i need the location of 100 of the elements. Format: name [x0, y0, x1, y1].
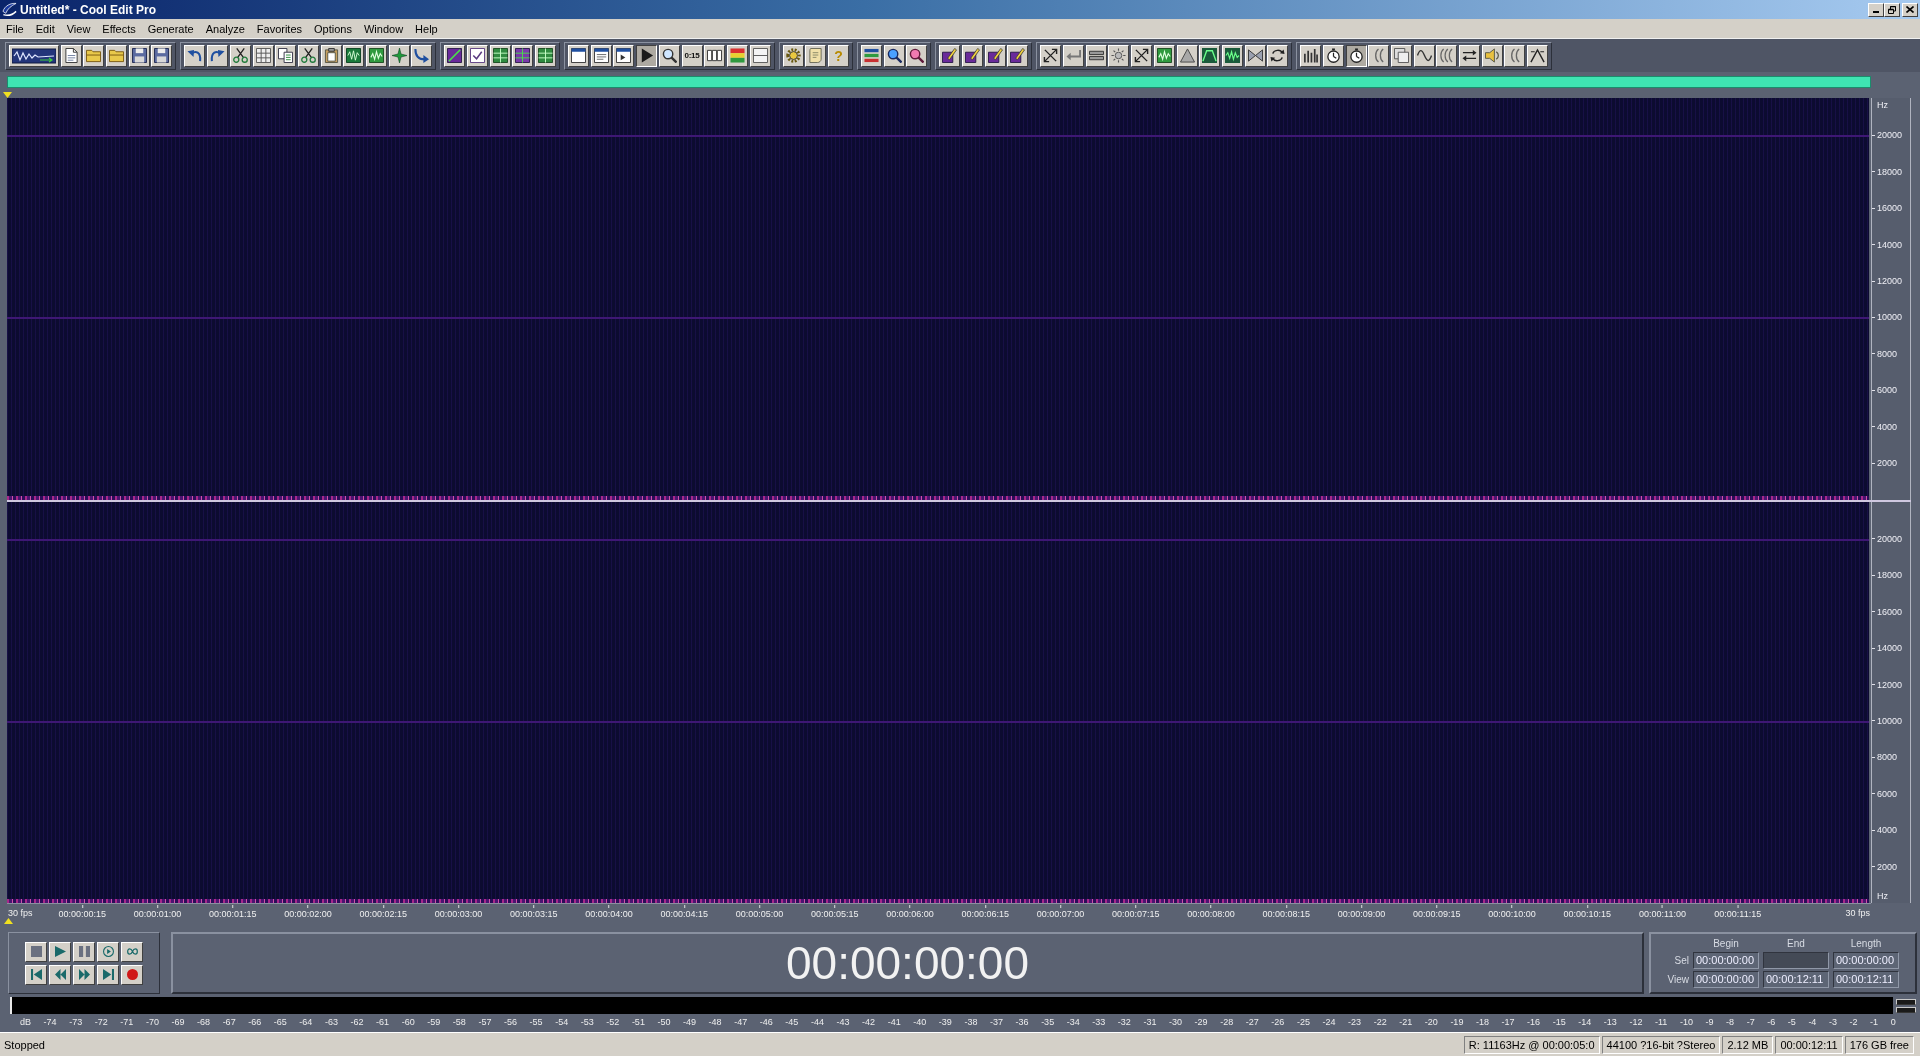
row-label: View [1666, 973, 1689, 987]
window-icon [593, 48, 609, 63]
waveform-icon [346, 48, 362, 63]
triangle-icon [1179, 48, 1195, 63]
menu-item[interactable]: Edit [29, 21, 61, 36]
frequency-label: 20000 [1872, 533, 1903, 544]
checkbox-icon [470, 48, 485, 63]
grid-icon [538, 48, 554, 63]
frequency-label: 4000 [1872, 421, 1898, 432]
level-label: -57 [478, 1017, 492, 1027]
minimize-button[interactable] [1868, 2, 1884, 17]
pencil-icon [987, 48, 1003, 63]
frequency-label: 6000 [1872, 385, 1898, 396]
go-to-end-button[interactable] [97, 964, 119, 985]
pencil-icon [965, 48, 980, 63]
level-label: -69 [171, 1017, 185, 1027]
menu-item[interactable]: Favorites [250, 21, 309, 36]
overview-bar[interactable] [7, 76, 1871, 88]
unit-label: Hz [1877, 100, 1888, 110]
status-field: 2.12 MB [1722, 1035, 1774, 1054]
frame-rate-label: 30 fps [1845, 908, 1870, 918]
time-field[interactable]: 00:00:00:00 [1693, 952, 1759, 969]
stop-icon [30, 946, 42, 957]
skip-forward-icon [102, 969, 114, 980]
bowtie-icon [1247, 48, 1263, 63]
level-label: -2 [1849, 1017, 1858, 1027]
clipboard-icon [323, 48, 339, 63]
grid-icon [492, 48, 508, 63]
level-label: -19 [1450, 1017, 1464, 1027]
rewind-button[interactable] [49, 964, 71, 985]
color-gradient-icon [729, 48, 745, 63]
menu-item[interactable]: Window [358, 21, 410, 36]
fast-forward-button[interactable] [73, 964, 95, 985]
loop-button[interactable] [121, 941, 143, 962]
level-label: -12 [1629, 1017, 1643, 1027]
menu-item[interactable]: Generate [141, 21, 200, 36]
level-label: -36 [1015, 1017, 1029, 1027]
play-button[interactable] [49, 941, 71, 962]
level-label: -60 [401, 1017, 415, 1027]
level-label: -31 [1143, 1017, 1157, 1027]
frequency-label: 8000 [1872, 348, 1898, 359]
playhead-marker-icon[interactable] [3, 92, 12, 98]
toolbar-button[interactable] [1345, 44, 1367, 67]
toolbar-button[interactable] [636, 44, 658, 67]
level-label: -45 [785, 1017, 799, 1027]
frequency-label: 18000 [1872, 570, 1903, 581]
menu-item[interactable]: Analyze [199, 21, 251, 36]
fast-forward-icon [78, 969, 90, 980]
playhead-marker-icon[interactable] [4, 918, 13, 924]
level-label: -1 [1870, 1017, 1879, 1027]
level-label: -63 [324, 1017, 338, 1027]
frequency-label: 8000 [1872, 752, 1898, 763]
restore-button[interactable] [1884, 2, 1900, 17]
level-label: -44 [810, 1017, 824, 1027]
level-label: -54 [555, 1017, 569, 1027]
frequency-label: 14000 [1872, 643, 1903, 654]
frequency-label: 16000 [1872, 203, 1903, 214]
menu-item[interactable]: Options [308, 21, 358, 36]
level-label: -49 [683, 1017, 697, 1027]
menu-item[interactable]: Help [409, 21, 444, 36]
pause-button[interactable] [73, 941, 95, 962]
level-label: -9 [1705, 1017, 1714, 1027]
time-field[interactable] [1763, 952, 1829, 969]
time-label: 00:00:08:00 [1187, 905, 1235, 919]
time-field[interactable]: 00:00:12:11 [1763, 971, 1829, 988]
circled-play-icon [102, 946, 114, 957]
record-button[interactable] [121, 964, 143, 985]
status-text: Stopped [3, 1038, 46, 1051]
level-label: -22 [1373, 1017, 1387, 1027]
play-loop-button[interactable] [97, 941, 119, 962]
time-field[interactable]: 00:00:00:00 [1693, 971, 1759, 988]
time-label: 00:00:00:15 [58, 905, 106, 919]
columns-icon [707, 48, 723, 63]
level-label: -33 [1092, 1017, 1106, 1027]
stopwatch-icon [1348, 48, 1364, 63]
toolbar-button[interactable]: 0:15 [681, 44, 703, 67]
menu-item[interactable]: Effects [96, 21, 142, 36]
time-field[interactable]: 00:00:12:11 [1833, 971, 1899, 988]
record-icon [126, 969, 138, 980]
window-icon [752, 48, 768, 63]
time-field[interactable]: 00:00:00:00 [1833, 952, 1899, 969]
close-button[interactable] [1902, 2, 1918, 17]
level-label: -42 [862, 1017, 876, 1027]
go-to-start-button[interactable] [25, 964, 47, 985]
time-label: 00:00:09:15 [1413, 905, 1461, 919]
level-label: -24 [1322, 1017, 1336, 1027]
grid-icon [515, 48, 531, 63]
menu-item[interactable]: File [0, 21, 30, 36]
sun-icon [1111, 48, 1127, 63]
menu-item[interactable]: View [60, 21, 97, 36]
layered-squares-icon [1394, 48, 1409, 63]
unit-label: Hz [1877, 891, 1888, 901]
frequency-label: 4000 [1872, 825, 1898, 836]
stopwatch-icon [1325, 48, 1341, 63]
pencil-icon [942, 48, 958, 63]
level-label: -39 [938, 1017, 952, 1027]
stop-button[interactable] [25, 941, 47, 962]
circular-arrows-icon [1270, 48, 1286, 63]
level-label: -23 [1348, 1017, 1362, 1027]
time-display: 00:00:00:00 [786, 937, 1029, 989]
